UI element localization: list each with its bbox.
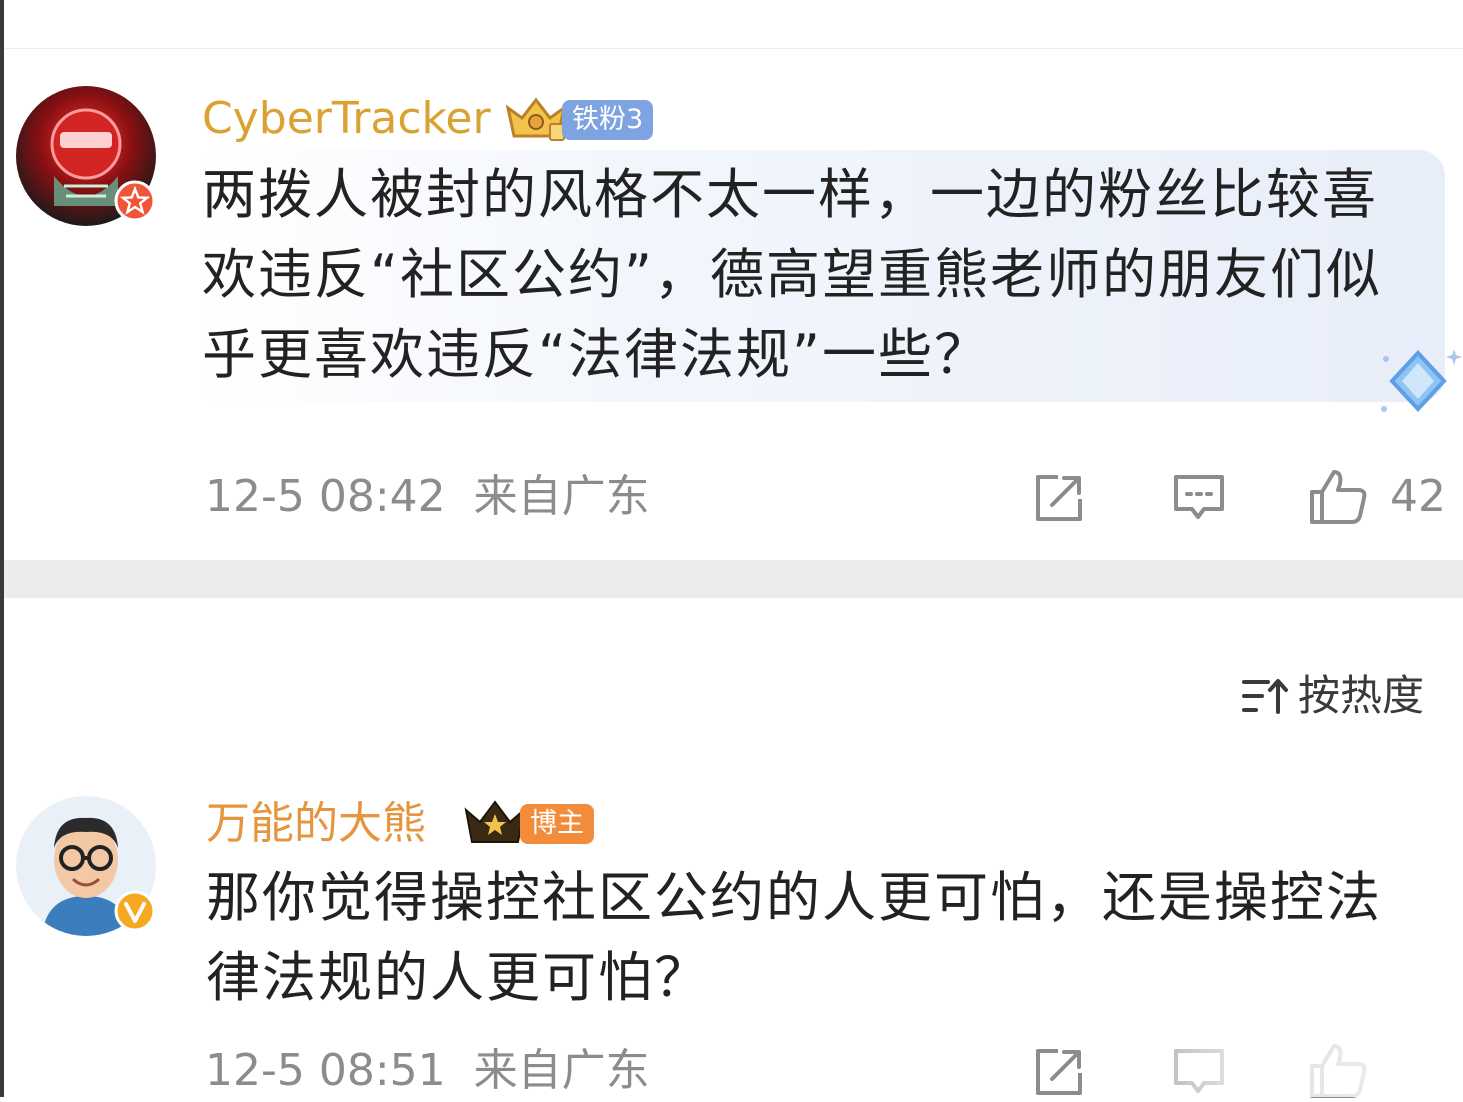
comment-time: 12-5 08:42 [205,471,446,522]
verified-v-icon [114,890,156,932]
crown-medal-icon [464,800,526,843]
section-separator [4,560,1463,598]
sort-icon [1242,679,1288,714]
sort-control[interactable]: 按热度 [1242,668,1424,724]
like-count: 42 [1390,471,1446,522]
comment-text: 那你觉得操控社区公约的人更可怕，还是操控法律法规的人更可怕？ [206,866,1382,1009]
blogger-badge: 博主 [520,804,594,844]
previous-comment-strip [4,0,1463,49]
comment-meta: 12-5 08:42 来自广东 [205,469,650,525]
comment-text: 两拨人被封的风格不太一样，一边的粉丝比较喜欢违反“社区公约”，德高望重熊老师的朋… [202,163,1382,386]
sort-label: 按热度 [1298,671,1425,720]
comment-time: 12-5 08:51 [205,1045,446,1096]
username[interactable]: CyberTracker [202,91,491,147]
crown-medal-icon [505,97,567,141]
comment-icon[interactable] [1170,469,1228,527]
fan-level-badge: 铁粉3 [562,100,654,140]
username[interactable]: 万能的大熊 [206,796,426,852]
avatar[interactable] [16,796,156,936]
like-icon[interactable] [1308,466,1370,528]
comment-meta: 12-5 08:51 来自广东 [205,1043,650,1099]
comment-location: 来自广东 [473,1045,650,1096]
avatar[interactable] [16,86,156,226]
bottom-right-fade-overlay [1080,1040,1463,1097]
comment-location: 来自广东 [473,471,650,522]
left-edge-border [0,0,4,1097]
star-badge-icon [114,180,156,222]
share-icon[interactable] [1030,469,1088,527]
